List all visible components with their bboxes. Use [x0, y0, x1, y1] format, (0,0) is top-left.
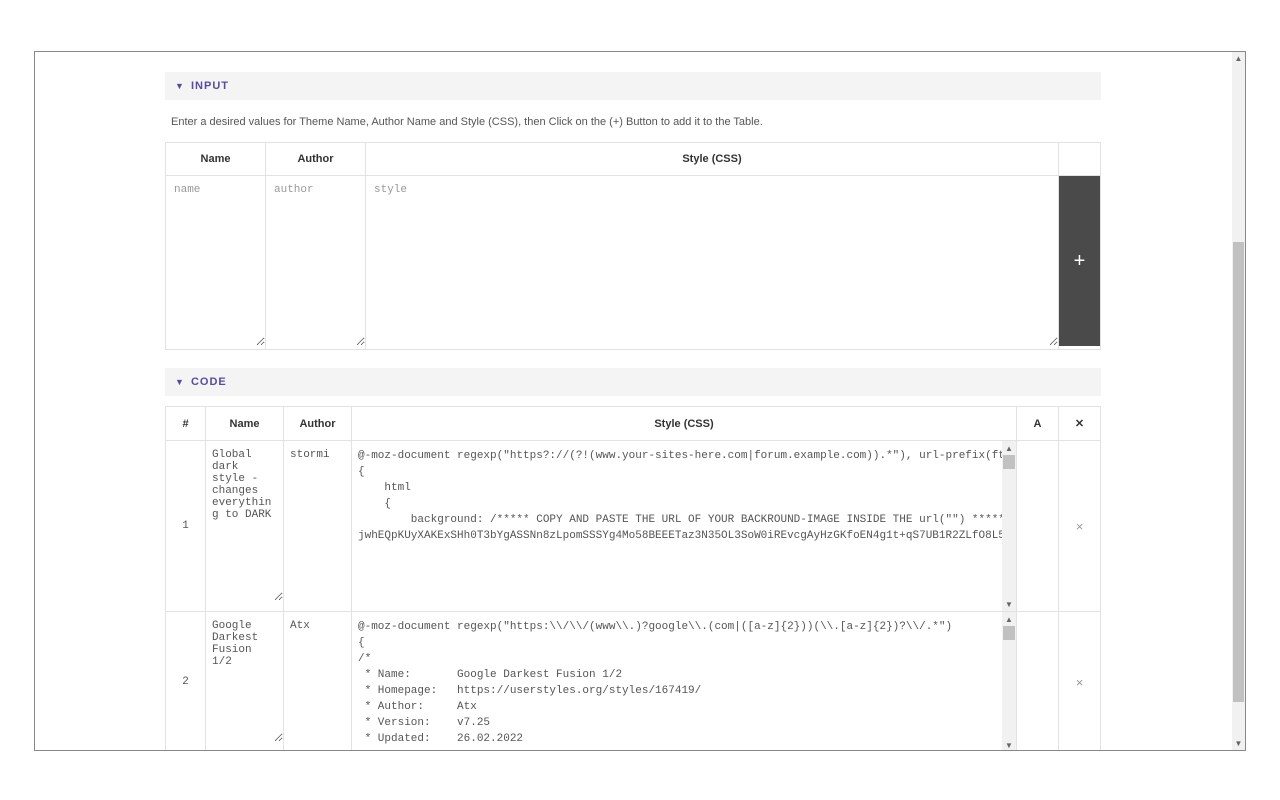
input-th-author: Author: [266, 143, 366, 176]
viewport-scrollbar[interactable]: ▲ ▼: [1232, 52, 1245, 750]
row-author: Atx: [284, 612, 351, 640]
row-name[interactable]: [206, 441, 283, 601]
table-row: 2 Atx ▲ ▼: [166, 612, 1101, 752]
input-th-style: Style (CSS): [366, 143, 1059, 176]
delete-row-button[interactable]: ×: [1059, 441, 1101, 612]
chevron-down-icon: ▼: [175, 81, 185, 91]
input-hint: Enter a desired values for Theme Name, A…: [165, 104, 1101, 142]
add-button[interactable]: +: [1059, 176, 1100, 346]
code-th-x: ✕: [1059, 407, 1101, 441]
style-field[interactable]: [366, 176, 1058, 346]
code-th-a: A: [1017, 407, 1059, 441]
input-th-add: [1059, 143, 1101, 176]
row-index: 2: [166, 612, 206, 752]
row-index: 1: [166, 441, 206, 612]
section-label: INPUT: [191, 80, 229, 92]
section-label: CODE: [191, 376, 227, 388]
input-table: Name Author Style (CSS) +: [165, 142, 1101, 350]
app-frame: ▼ INPUT Enter a desired values for Theme…: [34, 51, 1246, 751]
row-style-scrollbar[interactable]: ▲ ▼: [1002, 612, 1016, 751]
plus-icon: +: [1074, 250, 1086, 273]
row-name[interactable]: [206, 612, 283, 742]
scroll-up-icon[interactable]: ▲: [1002, 612, 1016, 626]
row-style-scrollbar[interactable]: ▲ ▼: [1002, 441, 1016, 611]
delete-row-button[interactable]: ×: [1059, 612, 1101, 752]
row-style[interactable]: [352, 441, 1002, 611]
main-scroll-area[interactable]: ▼ INPUT Enter a desired values for Theme…: [35, 52, 1231, 751]
scroll-down-icon[interactable]: ▼: [1002, 738, 1016, 751]
row-author: stormi: [284, 441, 351, 469]
scroll-up-icon[interactable]: ▲: [1232, 52, 1245, 65]
content: ▼ INPUT Enter a desired values for Theme…: [35, 52, 1231, 751]
section-toggle-code[interactable]: ▼ CODE: [165, 368, 1101, 396]
row-style[interactable]: [352, 612, 1002, 751]
input-th-name: Name: [166, 143, 266, 176]
scroll-thumb[interactable]: [1233, 242, 1244, 702]
chevron-down-icon: ▼: [175, 377, 185, 387]
name-field[interactable]: [166, 176, 265, 346]
scroll-down-icon[interactable]: ▼: [1232, 737, 1245, 750]
table-row: 1 stormi ▲ ▼: [166, 441, 1101, 612]
code-th-idx: #: [166, 407, 206, 441]
author-field[interactable]: [266, 176, 365, 346]
close-icon: ×: [1076, 675, 1084, 690]
scroll-thumb[interactable]: [1003, 626, 1015, 640]
scroll-thumb[interactable]: [1003, 455, 1015, 469]
scroll-up-icon[interactable]: ▲: [1002, 441, 1016, 455]
code-th-author: Author: [284, 407, 352, 441]
section-toggle-input[interactable]: ▼ INPUT: [165, 72, 1101, 100]
code-th-style: Style (CSS): [352, 407, 1017, 441]
scroll-down-icon[interactable]: ▼: [1002, 597, 1016, 611]
code-th-name: Name: [206, 407, 284, 441]
close-icon: ×: [1076, 519, 1084, 534]
code-table: # Name Author Style (CSS) A ✕ 1: [165, 406, 1101, 751]
